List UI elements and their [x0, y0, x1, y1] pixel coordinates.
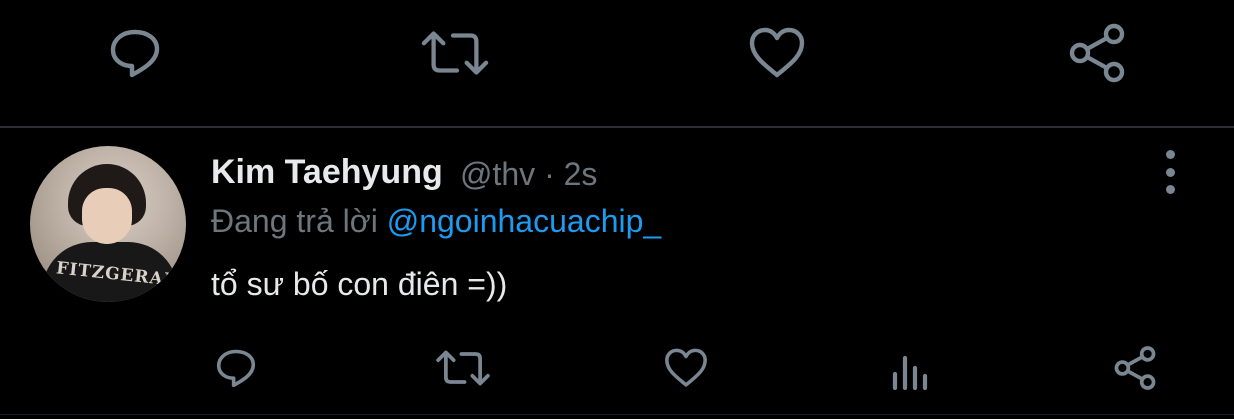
tweet-actions	[0, 330, 1234, 410]
reply-icon	[110, 29, 160, 78]
replying-to: Đang trả lời @ngoinhacuachip_	[211, 203, 661, 240]
reply-icon	[216, 349, 256, 388]
reply-mention[interactable]: @ngoinhacuachip_	[387, 203, 661, 239]
more-options-button[interactable]	[1150, 150, 1190, 194]
display-name[interactable]: Kim Taehyung	[211, 153, 443, 192]
tweet-text: tổ sư bố con điên =))	[211, 266, 508, 302]
avatar-face	[82, 188, 132, 244]
like-button[interactable]	[651, 333, 721, 403]
reply-button[interactable]	[201, 333, 271, 403]
avatar[interactable]: FITZGERALD	[30, 146, 186, 302]
separator-dot: ·	[544, 156, 555, 192]
user-handle[interactable]: @thv	[460, 156, 535, 192]
retweet-icon	[436, 350, 490, 386]
share-icon	[1069, 23, 1125, 83]
bar-chart-icon	[892, 355, 928, 390]
tweet-divider	[0, 126, 1234, 128]
reply-button[interactable]	[100, 18, 170, 88]
share-button[interactable]	[1062, 18, 1132, 88]
analytics-button[interactable]	[875, 333, 945, 403]
bottom-divider	[0, 414, 1234, 415]
previous-tweet-actions	[0, 0, 1234, 126]
heart-icon	[749, 27, 805, 78]
more-vertical-icon-dot	[1165, 185, 1175, 194]
more-vertical-icon	[1165, 150, 1175, 159]
tweet-time[interactable]: 2s	[564, 156, 598, 192]
heart-icon	[665, 348, 707, 387]
handle-time: @thv · 2s	[460, 156, 597, 193]
share-icon	[1114, 346, 1156, 390]
retweet-icon	[421, 31, 489, 75]
reply-prefix: Đang trả lời	[211, 203, 378, 239]
retweet-button[interactable]	[420, 18, 490, 88]
like-button[interactable]	[742, 18, 812, 88]
retweet-button[interactable]	[428, 333, 498, 403]
share-button[interactable]	[1100, 333, 1170, 403]
more-vertical-icon-dot	[1165, 167, 1175, 177]
